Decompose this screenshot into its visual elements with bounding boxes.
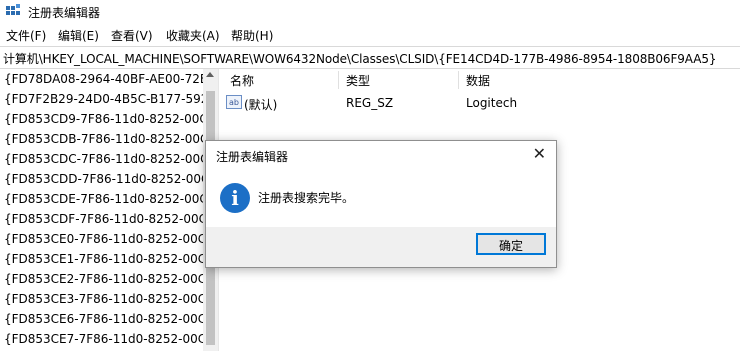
tree-item[interactable]: {FD853CE0-7F86-11d0-8252-00C( [4, 229, 203, 249]
menu-edit[interactable]: 编辑(E) [58, 27, 99, 44]
dialog-title: 注册表编辑器 [216, 150, 289, 164]
info-icon: i [220, 183, 250, 213]
dialog-message: 注册表搜索完毕。 [258, 191, 355, 205]
value-row[interactable]: ab (默认) REG_SZ Logitech [222, 93, 742, 113]
tree-item[interactable]: {FD853CDC-7F86-11d0-8252-00C( [4, 149, 203, 169]
tree-item[interactable]: {FD78DA08-2964-40BF-AE00-72E/ [4, 69, 203, 89]
title-bar: 注册表编辑器 [0, 0, 742, 22]
menu-view[interactable]: 查看(V) [111, 27, 153, 44]
address-bar[interactable]: 计算机\HKEY_LOCAL_MACHINE\SOFTWARE\WOW6432N… [0, 46, 740, 69]
tree-item[interactable]: {FD853CE7-7F86-11d0-8252-00C( [4, 329, 203, 349]
search-complete-dialog: 注册表编辑器 ✕ i 注册表搜索完毕。 确定 [205, 140, 557, 268]
menu-favorites[interactable]: 收藏夹(A) [166, 27, 220, 44]
tree-item[interactable]: {FD853CDB-7F86-11d0-8252-00C( [4, 129, 203, 149]
registry-editor-icon [6, 4, 20, 15]
tree-item[interactable]: {FD853CE3-7F86-11d0-8252-00C( [4, 289, 203, 309]
column-header-name[interactable]: 名称 [230, 72, 254, 89]
ok-button[interactable]: 确定 [476, 233, 546, 255]
column-header-data[interactable]: 数据 [466, 72, 490, 89]
tree-item[interactable]: {FD853CE6-7F86-11d0-8252-00C( [4, 309, 203, 329]
column-divider[interactable] [458, 71, 459, 89]
value-type: REG_SZ [346, 96, 394, 110]
close-icon[interactable]: ✕ [533, 144, 546, 163]
tree-item[interactable]: {FD853CE2-7F86-11d0-8252-00C( [4, 269, 203, 289]
window-title: 注册表编辑器 [28, 6, 101, 20]
tree-item[interactable]: {FD853CD9-7F86-11d0-8252-00C( [4, 109, 203, 129]
dialog-footer: 确定 [206, 227, 556, 267]
menu-help[interactable]: 帮助(H) [231, 27, 273, 44]
column-header-type[interactable]: 类型 [346, 72, 370, 89]
menu-bar: 文件(F) 编辑(E) 查看(V) 收藏夹(A) 帮助(H) [0, 24, 742, 44]
tree-item[interactable]: {FD853CE1-7F86-11d0-8252-00C( [4, 249, 203, 269]
key-tree[interactable]: {FD78DA08-2964-40BF-AE00-72E/ {FD7F2B29-… [0, 69, 203, 351]
scroll-up-arrow-icon[interactable] [206, 72, 214, 77]
tree-item[interactable]: {FD7F2B29-24D0-4B5C-B177-592( [4, 89, 203, 109]
menu-file[interactable]: 文件(F) [6, 27, 46, 44]
column-divider[interactable] [338, 71, 339, 89]
address-path[interactable]: 计算机\HKEY_LOCAL_MACHINE\SOFTWARE\WOW6432N… [3, 50, 717, 67]
tree-item[interactable]: {FD853CDD-7F86-11d0-8252-00C( [4, 169, 203, 189]
tree-item[interactable]: {FD853CDF-7F86-11d0-8252-00C( [4, 209, 203, 229]
value-data: Logitech [466, 96, 518, 110]
tree-item[interactable]: {FD853CDE-7F86-11d0-8252-00C( [4, 189, 203, 209]
string-value-icon: ab [226, 95, 242, 109]
value-name: (默认) [244, 98, 278, 112]
